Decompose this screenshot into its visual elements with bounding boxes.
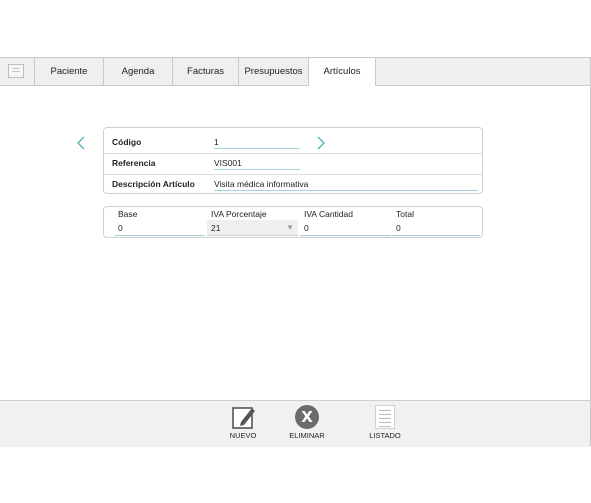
- home-tab[interactable]: [0, 58, 35, 85]
- list-icon: [375, 405, 395, 429]
- referencia-field[interactable]: VIS001: [214, 158, 300, 170]
- iva-cantidad-header: IVA Cantidad: [304, 209, 353, 219]
- iva-porcentaje-header: IVA Porcentaje: [211, 209, 267, 219]
- iva-porcentaje-select[interactable]: 21 ▼: [207, 220, 298, 236]
- iva-cantidad-field[interactable]: 0: [300, 220, 391, 236]
- tab-articulos[interactable]: Artículos: [309, 58, 376, 86]
- base-field[interactable]: 0: [114, 220, 205, 236]
- codigo-label: Código: [112, 137, 142, 147]
- referencia-row: Referencia VIS001: [104, 153, 482, 175]
- app-window: Paciente Agenda Facturas Presupuestos Ar…: [0, 57, 591, 447]
- iva-porcentaje-value: 21: [211, 223, 221, 233]
- total-field[interactable]: 0: [392, 220, 480, 236]
- total-header: Total: [396, 209, 414, 219]
- chevron-left-icon[interactable]: [76, 136, 90, 150]
- eliminar-button[interactable]: X ELIMINAR: [288, 405, 326, 440]
- listado-label: LISTADO: [369, 431, 401, 440]
- codigo-row: Código 1: [104, 132, 482, 154]
- nuevo-button[interactable]: NUEVO: [229, 405, 257, 440]
- codigo-field[interactable]: 1: [214, 137, 300, 149]
- referencia-label: Referencia: [112, 158, 156, 168]
- dropdown-arrow-icon: ▼: [286, 223, 294, 232]
- iva-panel: Base IVA Porcentaje IVA Cantidad Total 0…: [103, 206, 483, 238]
- bottom-toolbar: NUEVO X ELIMINAR LISTADO: [0, 400, 590, 447]
- tab-presupuestos[interactable]: Presupuestos: [239, 58, 309, 85]
- tab-paciente[interactable]: Paciente: [35, 58, 104, 85]
- article-form: Código 1 Referencia VIS001 Descripción A…: [103, 127, 483, 194]
- descripcion-row: Descripción Artículo Visita médica infor…: [104, 174, 482, 195]
- tab-bar: Paciente Agenda Facturas Presupuestos Ar…: [0, 58, 590, 86]
- descripcion-label: Descripción Artículo: [112, 179, 195, 189]
- edit-icon: [232, 405, 255, 429]
- base-header: Base: [118, 209, 138, 219]
- tab-facturas[interactable]: Facturas: [173, 58, 239, 85]
- document-icon: [8, 64, 24, 78]
- tab-agenda[interactable]: Agenda: [104, 58, 173, 85]
- delete-icon: X: [295, 405, 319, 429]
- nuevo-label: NUEVO: [229, 431, 257, 440]
- listado-button[interactable]: LISTADO: [368, 405, 402, 440]
- descripcion-field[interactable]: Visita médica informativa: [214, 179, 478, 191]
- eliminar-label: ELIMINAR: [289, 431, 325, 440]
